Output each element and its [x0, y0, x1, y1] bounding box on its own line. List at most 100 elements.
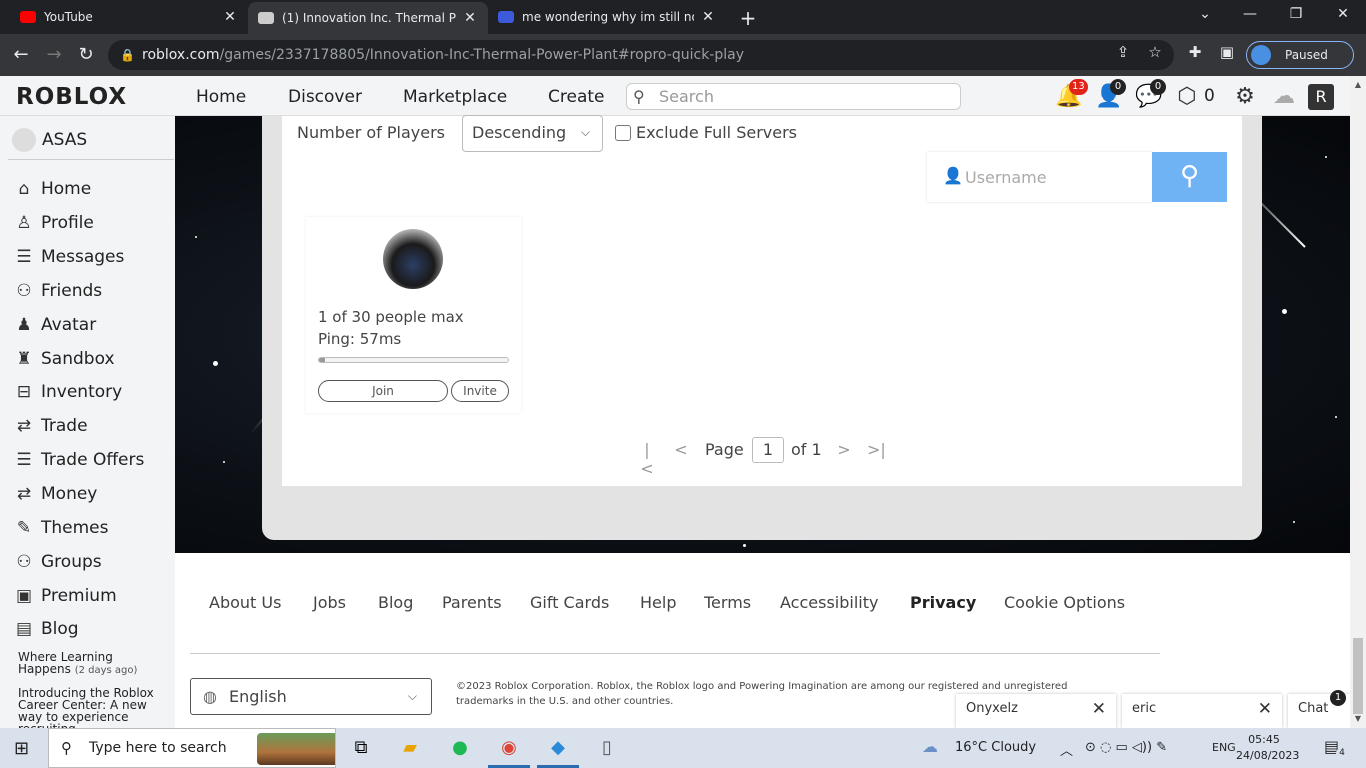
scroll-up-icon[interactable]: ▲ [1350, 80, 1366, 89]
blog-entry[interactable]: Introducing the Roblox Career Center: A … [18, 687, 168, 728]
nav-home[interactable]: Home [196, 87, 246, 107]
scroll-thumb[interactable] [1353, 638, 1363, 714]
last-page-icon[interactable]: >| [867, 440, 886, 459]
footer-link-accessibility[interactable]: Accessibility [780, 593, 878, 612]
star-decoration [1335, 416, 1337, 418]
first-page-icon[interactable]: |< [638, 440, 656, 478]
sidebar-item-blog[interactable]: ▤ Blog [12, 616, 79, 642]
show-hidden-icons[interactable]: ︿ [1060, 740, 1073, 759]
scroll-down-icon[interactable]: ▼ [1350, 714, 1366, 723]
blog-entry[interactable]: Where Learning Happens (2 days ago) [18, 651, 168, 677]
share-icon[interactable]: ⇪ [1114, 43, 1132, 61]
sort-dropdown[interactable]: Descending ⌵ [462, 115, 603, 152]
cloud-icon[interactable]: ☁ [922, 737, 938, 756]
search-input[interactable]: ⚲ Search [626, 83, 961, 110]
close-icon[interactable]: ✕ [1092, 694, 1106, 724]
footer-link-about[interactable]: About Us [209, 593, 281, 612]
back-icon[interactable]: ← [10, 44, 32, 65]
roblox-studio-icon[interactable]: ◆ [544, 734, 572, 762]
close-icon[interactable]: ✕ [1258, 694, 1272, 724]
clock[interactable]: 05:45 24/08/2023 [1236, 732, 1299, 764]
extensions-icon[interactable]: ✚ [1186, 43, 1204, 61]
invite-button[interactable]: Invite [451, 380, 509, 402]
footer-link-blog[interactable]: Blog [378, 593, 413, 612]
tab-youtube[interactable]: YouTube ✕ [10, 0, 248, 34]
tab-roblox-game[interactable]: (1) Innovation Inc. Thermal Power ✕ [248, 2, 488, 34]
side-panel-icon[interactable]: ▣ [1218, 43, 1236, 61]
sidebar-item-home[interactable]: ⌂ Home [12, 176, 92, 202]
sidebar-item-messages[interactable]: ☰ Messages [12, 244, 124, 270]
chat-name: eric [1132, 701, 1157, 716]
chat-window-eric[interactable]: eric ✕ [1122, 694, 1282, 728]
footer-link-privacy[interactable]: Privacy [910, 593, 976, 612]
file-explorer-icon[interactable]: ▰ [396, 734, 424, 762]
next-page-icon[interactable]: > [835, 440, 853, 459]
profile-button[interactable]: Paused [1246, 41, 1354, 69]
maximize-button[interactable]: ❐ [1286, 6, 1306, 22]
spotify-icon[interactable]: ● [446, 734, 474, 762]
star-decoration [223, 461, 225, 463]
exclude-full-servers-checkbox[interactable] [615, 125, 631, 141]
new-tab-button[interactable]: + [738, 6, 758, 30]
prev-page-icon[interactable]: < [672, 440, 690, 459]
close-icon[interactable]: ✕ [700, 9, 716, 25]
sidebar-item-label: Themes [41, 518, 109, 538]
sidebar-item-avatar[interactable]: ♟ Avatar [12, 312, 96, 338]
sidebar-item-trade-offers[interactable]: ☰ Trade Offers [12, 447, 144, 473]
sidebar-item-premium[interactable]: ▣ Premium [12, 583, 117, 609]
taskbar-search[interactable]: ⚲ Type here to search [48, 728, 336, 768]
sidebar-item-inventory[interactable]: ⊟ Inventory [12, 379, 122, 405]
cloud-icon[interactable]: ☁ [1271, 84, 1297, 109]
language-select[interactable]: ◍ English ⌵ [190, 678, 432, 715]
sidebar-user[interactable]: ASAS [12, 128, 87, 152]
weather-text[interactable]: 16°C Cloudy [955, 740, 1036, 755]
sidebar-item-profile[interactable]: ♙ Profile [12, 210, 94, 236]
chrome-icon[interactable]: ◉ [495, 734, 523, 762]
footer-link-jobs[interactable]: Jobs [313, 593, 346, 612]
chat-window-onyxelz[interactable]: Onyxelz ✕ [956, 694, 1116, 728]
sidebar-item-themes[interactable]: ✎ Themes [12, 515, 109, 541]
language-indicator[interactable]: ENG [1212, 741, 1236, 754]
nav-create[interactable]: Create [548, 87, 605, 107]
roblox-logo[interactable]: ROBLOX [16, 84, 127, 110]
sidebar-item-label: Money [41, 484, 98, 504]
tray-icons[interactable]: ⊙ ◌ ▭ ◁)) ✎ [1085, 740, 1167, 755]
reload-icon[interactable]: ↻ [75, 44, 97, 65]
robux-icon[interactable]: ⬡ [1174, 84, 1200, 109]
footer-link-parents[interactable]: Parents [442, 593, 502, 612]
task-view-icon[interactable]: ⧉ [347, 734, 375, 762]
tab-search-icon[interactable]: ⌄ [1195, 6, 1215, 22]
mouse-app-icon[interactable]: ▯ [593, 734, 621, 762]
tab-video[interactable]: me wondering why im still not fo ✕ [488, 0, 726, 34]
search-button[interactable]: ⚲ [1152, 152, 1227, 202]
footer-link-cookie-options[interactable]: Cookie Options [1004, 593, 1125, 612]
join-button[interactable]: Join [318, 380, 448, 402]
sidebar-item-label: Profile [41, 213, 94, 233]
ropro-icon[interactable]: R [1308, 84, 1334, 110]
footer-link-terms[interactable]: Terms [704, 593, 751, 612]
username: ASAS [42, 130, 88, 150]
nav-discover[interactable]: Discover [288, 87, 362, 107]
nav-marketplace[interactable]: Marketplace [403, 87, 507, 107]
sidebar-item-friends[interactable]: ⚇ Friends [12, 278, 102, 304]
settings-icon[interactable]: ⚙ [1232, 84, 1258, 109]
sidebar-item-sandbox[interactable]: ♜ Sandbox [12, 346, 114, 372]
footer-link-gift-cards[interactable]: Gift Cards [530, 593, 609, 612]
sidebar-item-money[interactable]: ⇄ Money [12, 481, 98, 507]
forward-icon[interactable]: → [43, 44, 65, 65]
page-scrollbar[interactable]: ▲ ▼ [1350, 76, 1366, 728]
sidebar-item-trade[interactable]: ⇄ Trade [12, 413, 88, 439]
username-input[interactable] [965, 162, 1145, 192]
star-icon[interactable]: ☆ [1146, 43, 1164, 61]
roblox-header: ROBLOX Home Discover Marketplace Create … [0, 76, 1350, 116]
close-window-button[interactable]: ✕ [1333, 6, 1353, 22]
url-field[interactable]: 🔒 roblox.com/games/2337178805/Innovation… [108, 40, 1174, 70]
minimize-button[interactable]: — [1240, 6, 1260, 22]
footer-link-help[interactable]: Help [640, 593, 676, 612]
windows-start-icon[interactable]: ⊞ [14, 738, 29, 759]
page-input[interactable]: 1 [752, 437, 784, 463]
player-avatar[interactable] [383, 229, 443, 289]
sidebar-item-groups[interactable]: ⚇ Groups [12, 549, 101, 575]
close-icon[interactable]: ✕ [462, 10, 478, 26]
close-icon[interactable]: ✕ [222, 9, 238, 25]
